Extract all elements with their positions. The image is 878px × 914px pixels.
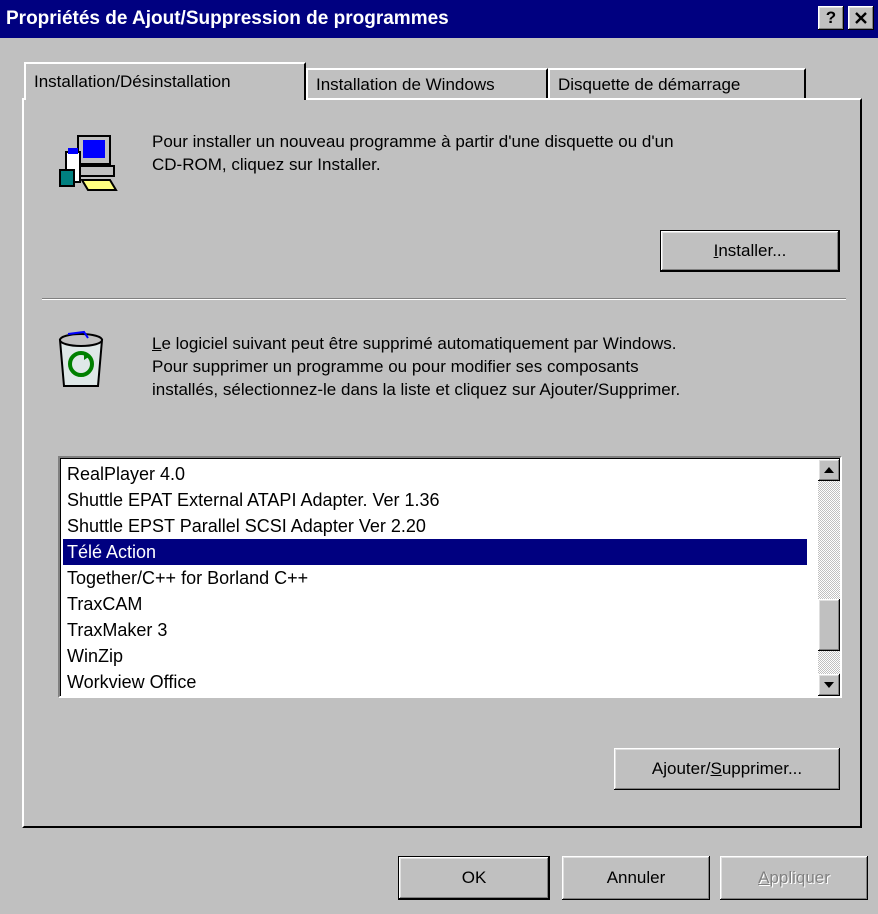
add-remove-mnemonic: S: [710, 759, 722, 778]
arrow-up-icon: [824, 467, 834, 473]
install-label: nstaller...: [718, 241, 787, 260]
ok-button[interactable]: OK: [398, 856, 550, 900]
program-list: RealPlayer 4.0 Shuttle EPAT External ATA…: [63, 461, 807, 695]
tab-disquette-demarrage[interactable]: Disquette de démarrage: [548, 68, 806, 100]
vertical-scrollbar[interactable]: [818, 459, 840, 696]
list-item[interactable]: Shuttle EPAT External ATAPI Adapter. Ver…: [63, 487, 807, 513]
title-bar: Propriétés de Ajout/Suppression de progr…: [0, 0, 878, 38]
list-item[interactable]: WinZip: [63, 643, 807, 669]
tab-label: Disquette de démarrage: [558, 75, 741, 94]
apply-button[interactable]: Appliquer: [720, 856, 868, 900]
uninstall-instructions: Le logiciel suivant peut être supprimé a…: [152, 332, 680, 401]
add-remove-label-end: upprimer...: [721, 759, 803, 778]
separator-highlight: [42, 299, 846, 300]
scroll-up-button[interactable]: [818, 459, 840, 481]
list-item[interactable]: TraxCAM: [63, 591, 807, 617]
tab-label: Installation/Désinstallation: [34, 72, 231, 91]
close-icon: [855, 12, 867, 24]
uninstall-line-2: Pour supprimer un programme ou pour modi…: [152, 357, 639, 376]
uninstall-line-3: installés, sélectionnez-le dans la liste…: [152, 380, 681, 399]
list-item[interactable]: Workview Office: [63, 669, 807, 695]
arrow-down-icon: [824, 682, 834, 688]
recycle-bin-icon: [58, 330, 104, 387]
cancel-button[interactable]: Annuler: [562, 856, 710, 900]
install-line-2: CD-ROM, cliquez sur Installer.: [152, 155, 381, 174]
add-remove-label-start: Ajouter/: [651, 759, 711, 778]
listbox-inner: RealPlayer 4.0 Shuttle EPAT External ATA…: [60, 458, 840, 696]
apply-label: ppliquer: [769, 868, 830, 887]
install-instructions: Pour installer un nouveau programme à pa…: [152, 130, 674, 176]
uninstall-line-1: Le logiciel suivant peut être supprimé a…: [152, 332, 680, 355]
list-item[interactable]: Together/C++ for Borland C++: [63, 565, 807, 591]
help-button[interactable]: ?: [818, 6, 844, 30]
list-item[interactable]: TraxMaker 3: [63, 617, 807, 643]
tab-installation-windows[interactable]: Installation de Windows: [306, 68, 548, 100]
apply-mnemonic: A: [758, 868, 770, 887]
install-line-1: Pour installer un nouveau programme à pa…: [152, 132, 674, 151]
tab-panel: Pour installer un nouveau programme à pa…: [22, 98, 862, 828]
computer-disk-icon: [59, 135, 118, 191]
list-item-selected[interactable]: Télé Action: [63, 539, 807, 565]
window-title: Propriétés de Ajout/Suppression de progr…: [6, 8, 449, 29]
tab-label: Installation de Windows: [316, 75, 495, 94]
list-item[interactable]: Shuttle EPST Parallel SCSI Adapter Ver 2…: [63, 513, 807, 539]
uninstall-line-1-text: e logiciel suivant peut être supprimé au…: [161, 334, 677, 353]
add-remove-button[interactable]: Ajouter/Supprimer...: [614, 748, 840, 790]
tab-installation-desinstallation[interactable]: Installation/Désinstallation: [24, 62, 306, 100]
close-button[interactable]: [848, 6, 874, 30]
scroll-down-button[interactable]: [818, 674, 840, 696]
scroll-thumb[interactable]: [818, 599, 840, 651]
program-listbox[interactable]: RealPlayer 4.0 Shuttle EPAT External ATA…: [58, 456, 842, 698]
list-item[interactable]: RealPlayer 4.0: [63, 461, 807, 487]
install-button[interactable]: Installer...: [660, 230, 840, 272]
